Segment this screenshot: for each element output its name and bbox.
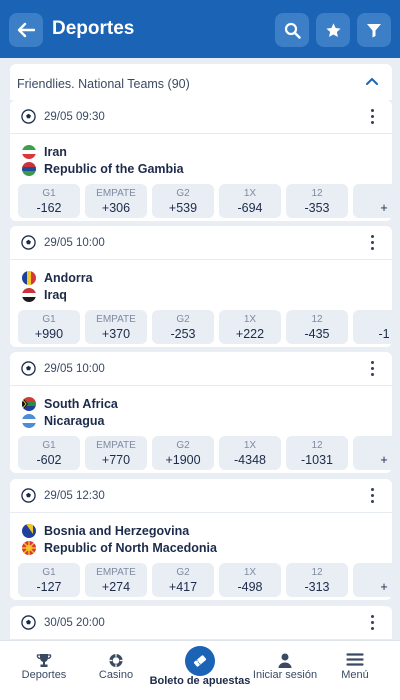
more-options-button[interactable] (370, 109, 374, 124)
odd-button[interactable]: 12 -1031 (286, 436, 348, 470)
odd-button[interactable]: + (353, 436, 392, 470)
match-header: 29/05 12:30 (10, 479, 392, 513)
section-header[interactable]: Friendlies. National Teams (90) (10, 64, 392, 100)
iraq-flag-icon (22, 288, 36, 302)
match-datetime: 29/05 12:30 (44, 490, 105, 502)
search-button[interactable] (275, 13, 309, 47)
more-options-button[interactable] (370, 615, 374, 630)
ticket-icon (193, 655, 207, 667)
trophy-icon (36, 654, 52, 667)
team-away: Republic of North Macedonia (22, 540, 217, 556)
back-button[interactable] (9, 13, 43, 47)
nav-item-menu[interactable]: Menú (320, 641, 390, 700)
user-icon (278, 653, 292, 668)
odd-button[interactable]: G2 -253 (152, 310, 214, 344)
match-header: 30/05 20:00 (10, 606, 392, 640)
odd-button[interactable]: 1X -694 (219, 184, 281, 218)
menu-icon (346, 653, 364, 666)
odd-button[interactable]: G1 +990 (18, 310, 80, 344)
chevron-up-icon (366, 77, 378, 85)
team-home: South Africa (22, 396, 118, 412)
nav-item-deportes[interactable]: Deportes (0, 641, 88, 700)
odd-button[interactable]: 1X -4348 (219, 436, 281, 470)
odd-button[interactable]: G1 -602 (18, 436, 80, 470)
bet-slip-button (185, 646, 215, 676)
match-header: 29/05 10:00 (10, 352, 392, 386)
team-home: Andorra (22, 270, 93, 286)
match-datetime: 30/05 20:00 (44, 617, 105, 629)
match-card[interactable]: 29/05 10:00 South Africa Nicaragua G1 -60… (10, 352, 392, 473)
odd-button[interactable]: -1 (353, 310, 392, 344)
page-title: Deportes (52, 18, 135, 39)
odd-button[interactable]: G1 -162 (18, 184, 80, 218)
odds-row: G1 -127 EMPATE +274 G2 +417 1X -498 12 -313 + (18, 563, 392, 597)
casino-chip-icon (109, 653, 123, 668)
soccer-ball-icon (21, 109, 36, 124)
match-card[interactable]: 29/05 12:30 Bosnia and Herzegovina Repub… (10, 479, 392, 600)
iran-flag-icon (22, 145, 36, 159)
odds-row: G1 -602 EMPATE +770 G2 +1900 1X -4348 12 -103… (18, 436, 392, 470)
south-africa-flag-icon (22, 397, 36, 411)
odds-row: G1 -162 EMPATE +306 G2 +539 1X -694 12 -353 + (18, 184, 392, 218)
match-card[interactable]: 30/05 20:00 (10, 606, 392, 640)
team-home: Iran (22, 144, 67, 160)
odd-button[interactable]: G2 +539 (152, 184, 214, 218)
section-title: Friendlies. National Teams (90) (17, 77, 190, 91)
odd-button[interactable]: G2 +417 (152, 563, 214, 597)
more-options-button[interactable] (370, 361, 374, 376)
search-icon (284, 22, 301, 39)
arrow-left-icon (17, 22, 35, 38)
north-macedonia-flag-icon (22, 541, 36, 555)
gambia-flag-icon (22, 162, 36, 176)
odd-button[interactable]: EMPATE +370 (85, 310, 147, 344)
nav-item-bet-slip[interactable]: Boleto de apuestas (146, 641, 254, 700)
match-list[interactable]: Friendlies. National Teams (90) 29/05 09… (0, 58, 400, 640)
more-options-button[interactable] (370, 235, 374, 250)
odd-button[interactable]: + (353, 184, 392, 218)
soccer-ball-icon (21, 361, 36, 376)
nav-item-casino[interactable]: Casino (76, 641, 156, 700)
odds-row: G1 +990 EMPATE +370 G2 -253 1X +222 12 -435 -… (18, 310, 392, 344)
odd-button[interactable]: G2 +1900 (152, 436, 214, 470)
odd-button[interactable]: 1X -498 (219, 563, 281, 597)
andorra-flag-icon (22, 271, 36, 285)
match-card[interactable]: 29/05 10:00 Andorra Iraq G1 +990 EMPATE +3… (10, 226, 392, 347)
odd-button[interactable]: 12 -353 (286, 184, 348, 218)
bosnia-flag-icon (22, 524, 36, 538)
soccer-ball-icon (21, 235, 36, 250)
star-icon (325, 22, 341, 37)
team-away: Iraq (22, 287, 67, 303)
bottom-navigation: Deportes Casino Boleto de apuestas Inici… (0, 640, 400, 700)
odd-button[interactable]: EMPATE +770 (85, 436, 147, 470)
match-datetime: 29/05 10:00 (44, 237, 105, 249)
odd-button[interactable]: G1 -127 (18, 563, 80, 597)
odd-button[interactable]: 1X +222 (219, 310, 281, 344)
match-card[interactable]: 29/05 09:30 Iran Republic of the Gambia … (10, 100, 392, 221)
nicaragua-flag-icon (22, 414, 36, 428)
match-datetime: 29/05 09:30 (44, 111, 105, 123)
favorites-button[interactable] (316, 13, 350, 47)
team-away: Nicaragua (22, 413, 104, 429)
odd-button[interactable]: + (353, 563, 392, 597)
top-bar: Deportes (0, 0, 400, 58)
match-header: 29/05 09:30 (10, 100, 392, 134)
odd-button[interactable]: EMPATE +306 (85, 184, 147, 218)
soccer-ball-icon (21, 615, 36, 630)
odd-button[interactable]: EMPATE +274 (85, 563, 147, 597)
team-away: Republic of the Gambia (22, 161, 184, 177)
filter-button[interactable] (357, 13, 391, 47)
match-header: 29/05 10:00 (10, 226, 392, 260)
odd-button[interactable]: 12 -435 (286, 310, 348, 344)
filter-icon (367, 24, 381, 38)
team-home: Bosnia and Herzegovina (22, 523, 189, 539)
nav-item-login[interactable]: Iniciar sesión (248, 641, 322, 700)
odd-button[interactable]: 12 -313 (286, 563, 348, 597)
more-options-button[interactable] (370, 488, 374, 503)
soccer-ball-icon (21, 488, 36, 503)
match-datetime: 29/05 10:00 (44, 363, 105, 375)
